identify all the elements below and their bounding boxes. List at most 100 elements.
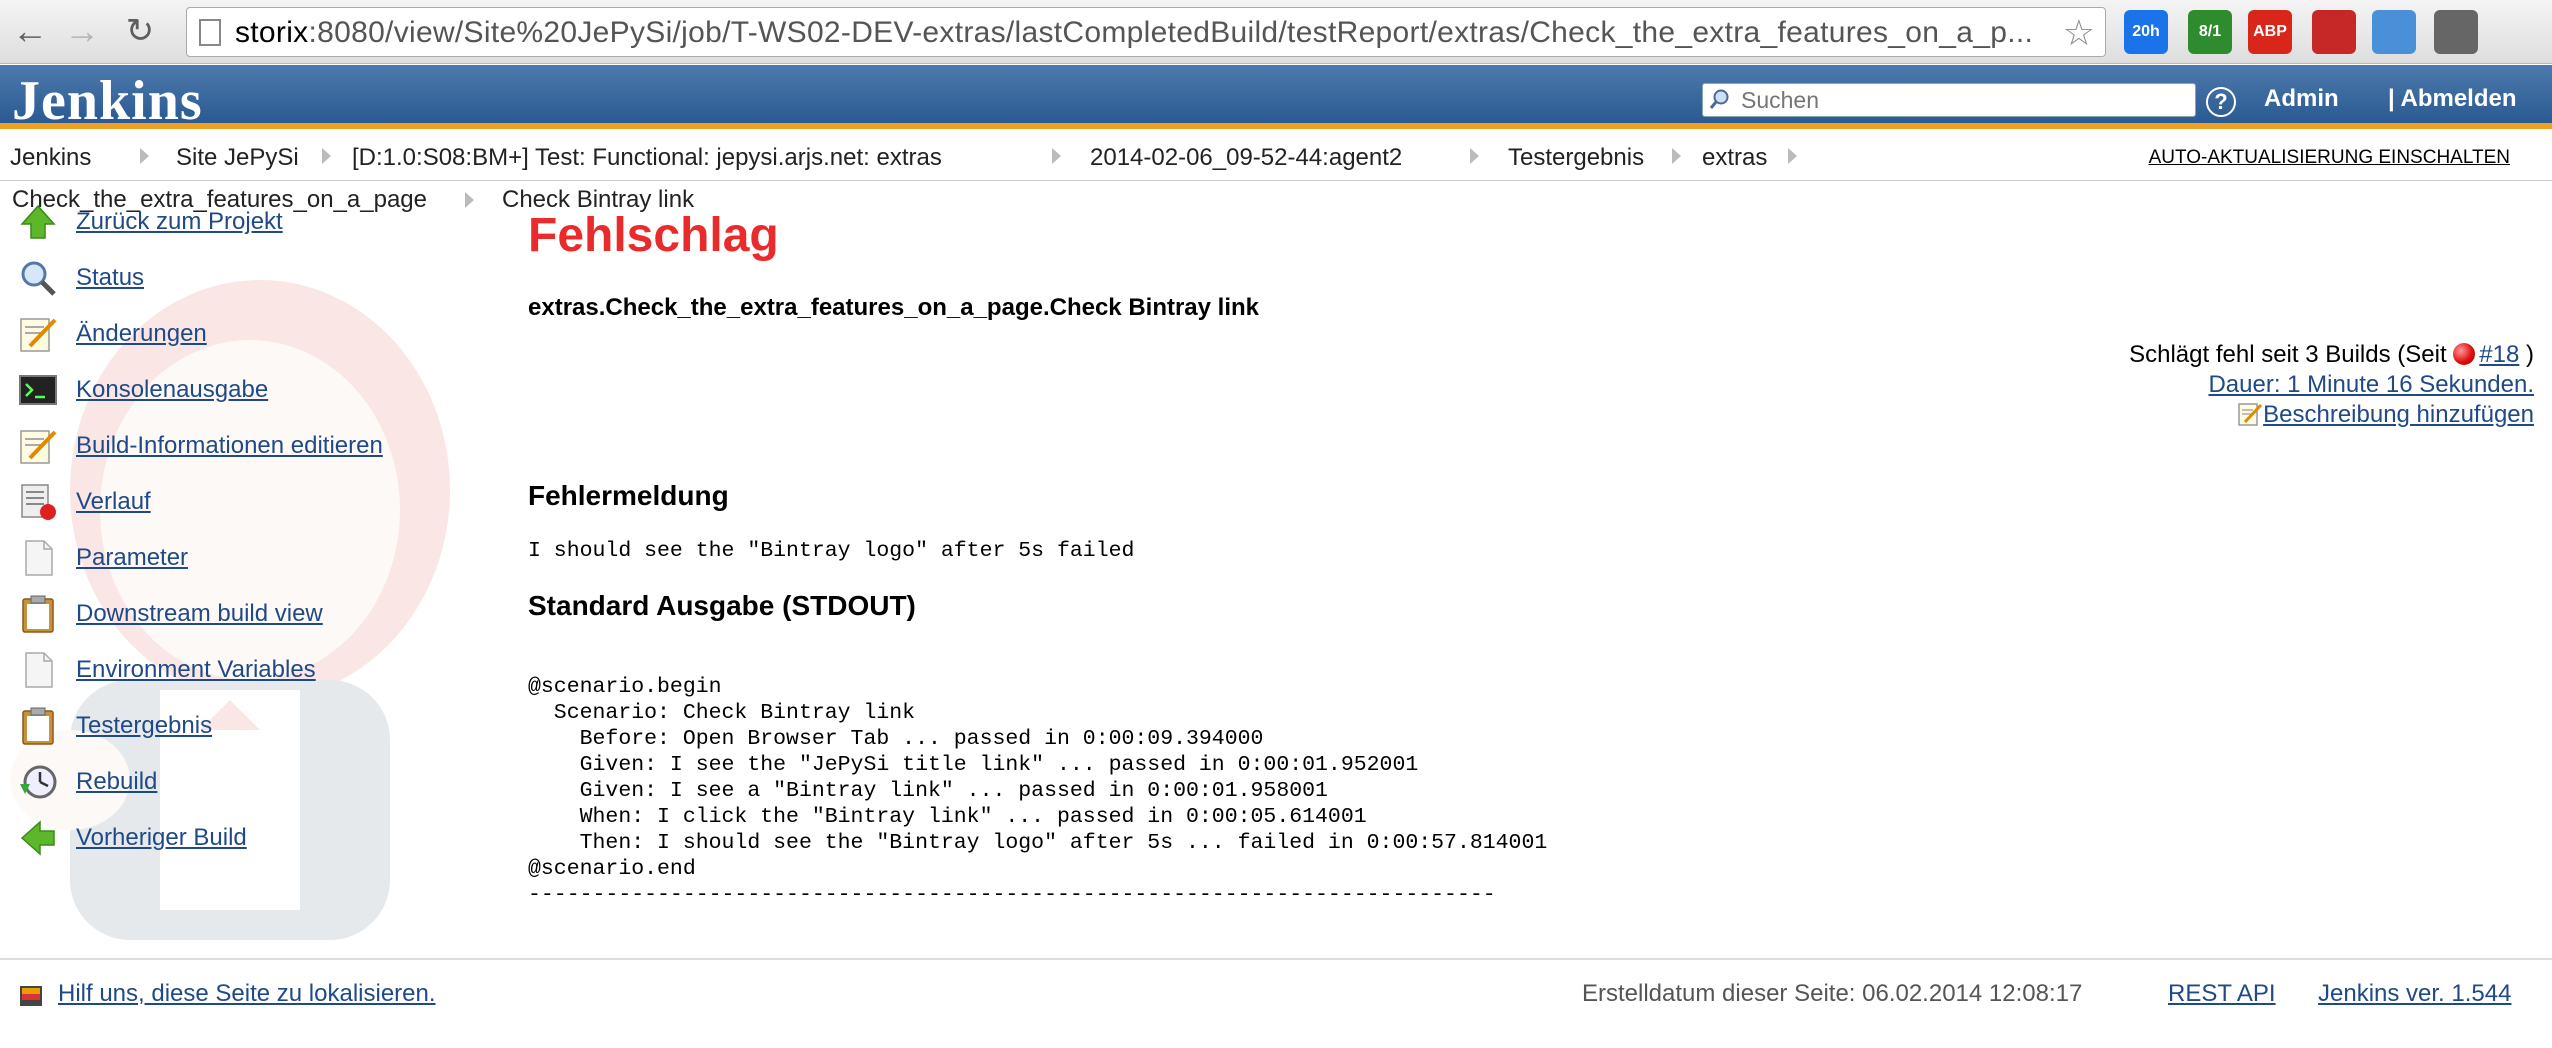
stdout-heading: Standard Ausgabe (STDOUT) <box>528 590 916 621</box>
logout-link[interactable]: | Abmelden <box>2388 85 2517 113</box>
sidebar-item[interactable]: Status <box>16 256 144 300</box>
sidebar-item[interactable]: Rebuild <box>16 760 157 804</box>
sidebar-item-label[interactable]: Verlauf <box>76 488 151 516</box>
add-description-link[interactable]: Beschreibung hinzufügen <box>2263 401 2534 428</box>
sidebar-item[interactable]: Environment Variables <box>16 648 316 692</box>
sidebar-item-label[interactable]: Downstream build view <box>76 600 323 628</box>
breadcrumb-item-site[interactable]: Site JePySi <box>176 144 299 172</box>
stdout-line: Given: I see a "Bintray link" ... passed… <box>528 779 1328 803</box>
jenkins-version-link[interactable]: Jenkins ver. 1.544 <box>2318 980 2511 1008</box>
red-ball-icon <box>2453 343 2476 365</box>
sidebar-item[interactable]: Konsolenausgabe <box>16 368 268 412</box>
extension-badge: 20h <box>2132 23 2160 40</box>
history-icon <box>16 480 60 524</box>
stdout-line: Before: Open Browser Tab ... passed in 0… <box>528 727 1264 751</box>
sidebar-item[interactable]: Verlauf <box>16 480 151 524</box>
breadcrumb-item-extras[interactable]: extras <box>1702 144 1767 172</box>
sidebar-item-label[interactable]: Parameter <box>76 544 188 572</box>
clipboard-icon <box>16 704 60 748</box>
notepad-icon <box>16 424 60 468</box>
admin-link[interactable]: Admin <box>2264 85 2339 113</box>
breadcrumb-separator[interactable] <box>1788 148 1797 164</box>
breadcrumb-separator[interactable] <box>465 192 474 208</box>
clock-icon <box>16 760 60 804</box>
breadcrumb-separator[interactable] <box>1672 148 1681 164</box>
page-created-text: Erstelldatum dieser Seite: 06.02.2014 12… <box>1582 980 2083 1007</box>
sidebar-item-label[interactable]: Build-Informationen editieren <box>76 432 383 460</box>
extension-badge: ABP <box>2253 23 2287 40</box>
stdout-line: @scenario.begin <box>528 675 722 699</box>
sidebar-item-label[interactable]: Zurück zum Projekt <box>76 208 283 236</box>
breadcrumb-item-build[interactable]: 2014-02-06_09-52-44:agent2 <box>1090 144 1402 172</box>
breadcrumb-item-testresult[interactable]: Testergebnis <box>1508 144 1644 172</box>
sidebar-item-label[interactable]: Testergebnis <box>76 712 212 740</box>
breadcrumb-item-jenkins[interactable]: Jenkins <box>10 144 91 172</box>
extension-badge: 8/1 <box>2198 23 2222 40</box>
notepad-icon <box>16 312 60 356</box>
sidebar-item[interactable]: Build-Informationen editieren <box>16 424 383 468</box>
sidebar-item-label[interactable]: Vorheriger Build <box>76 824 247 852</box>
footer: Hilf uns, diese Seite zu lokalisieren. E… <box>0 958 2552 1048</box>
test-name: extras.Check_the_extra_features_on_a_pag… <box>528 294 1260 321</box>
breadcrumb-separator[interactable] <box>140 148 149 164</box>
sidebar-item[interactable]: Änderungen <box>16 312 207 356</box>
build-info: Schlägt fehl seit 3 Builds (Seit #18 ) D… <box>2129 340 2534 430</box>
clipboard-icon <box>16 592 60 636</box>
sidebar-item-label[interactable]: Änderungen <box>76 320 207 348</box>
mail-badge-icon[interactable]: 8/1 <box>2188 10 2232 54</box>
jenkins-header: Jenkins ? Admin | Abmelden <box>0 65 2552 132</box>
sidebar-item-label[interactable]: Status <box>76 264 144 292</box>
search-box[interactable] <box>1702 83 2196 117</box>
sidebar-item[interactable]: Zurück zum Projekt <box>16 200 283 244</box>
help-icon[interactable]: ? <box>2206 87 2236 117</box>
calendar-badge-icon[interactable]: 20h <box>2124 10 2168 54</box>
breadcrumb-separator[interactable] <box>322 148 331 164</box>
stdout-line: When: I click the "Bintray link" ... pas… <box>528 805 1367 829</box>
localize-icon <box>20 986 42 1006</box>
stdout-line: @scenario.end <box>528 857 696 881</box>
bookmark-ext-icon[interactable] <box>2312 10 2356 54</box>
forward-button[interactable]: → <box>60 8 104 54</box>
breadcrumb-separator[interactable] <box>1470 148 1479 164</box>
up-arrow-icon <box>16 200 60 244</box>
terminal-icon <box>16 368 60 412</box>
sidebar-item[interactable]: Downstream build view <box>16 592 323 636</box>
page-icon <box>199 19 221 46</box>
localize-link[interactable]: Hilf uns, diese Seite zu lokalisieren. <box>58 980 436 1008</box>
rest-api-link[interactable]: REST API <box>2168 980 2276 1008</box>
address-bar[interactable]: storix:8080/view/Site%20JePySi/job/T-WS0… <box>186 7 2106 57</box>
bookmark-star-icon[interactable]: ☆ <box>2063 12 2095 54</box>
stdout-line: Given: I see the "JePySi title link" ...… <box>528 753 1419 777</box>
sidebar-item[interactable]: Parameter <box>16 536 188 580</box>
breadcrumb: Jenkins Site JePySi [D:1.0:S08:BM+] Test… <box>0 135 2552 181</box>
back-button[interactable]: ← <box>8 8 52 54</box>
magnifier-icon <box>16 256 60 300</box>
adblock-icon[interactable]: ABP <box>2248 10 2292 54</box>
sidebar-item-label[interactable]: Environment Variables <box>76 656 316 684</box>
breadcrumb-separator[interactable] <box>1052 148 1061 164</box>
document-icon <box>16 648 60 692</box>
sidebar-item-label[interactable]: Rebuild <box>76 768 157 796</box>
build-link[interactable]: #18 <box>2479 341 2519 368</box>
auto-refresh-link[interactable]: AUTO-AKTUALISIERUNG EINSCHALTEN <box>2149 147 2510 169</box>
sidebar-item[interactable]: Testergebnis <box>16 704 212 748</box>
error-heading: Fehlermeldung <box>528 480 729 511</box>
left-arrow-icon <box>16 816 60 860</box>
browser-toolbar: ← → ↻ storix:8080/view/Site%20JePySi/job… <box>0 0 2552 64</box>
page-title: Fehlschlag <box>528 209 779 262</box>
edit-description-icon <box>2238 403 2263 426</box>
jenkins-logo[interactable]: Jenkins <box>12 69 203 133</box>
search-input[interactable] <box>1741 86 2187 114</box>
url-text[interactable]: storix:8080/view/Site%20JePySi/job/T-WS0… <box>235 16 2045 50</box>
breadcrumb-item-job[interactable]: [D:1.0:S08:BM+] Test: Functional: jepysi… <box>352 144 942 172</box>
document-icon <box>16 536 60 580</box>
round-ext-icon[interactable] <box>2434 10 2478 54</box>
error-message: I should see the "Bintray logo" after 5s… <box>528 539 1135 563</box>
failing-since-text: Schlägt fehl seit 3 Builds (Seit <box>2129 341 2447 368</box>
reload-button[interactable]: ↻ <box>118 8 162 54</box>
duration-link[interactable]: Dauer: 1 Minute 16 Sekunden. <box>2208 371 2534 398</box>
failing-since-close: ) <box>2526 341 2534 368</box>
sidebar-item-label[interactable]: Konsolenausgabe <box>76 376 268 404</box>
sidebar-item[interactable]: Vorheriger Build <box>16 816 247 860</box>
folder-ext-icon[interactable] <box>2372 10 2416 54</box>
